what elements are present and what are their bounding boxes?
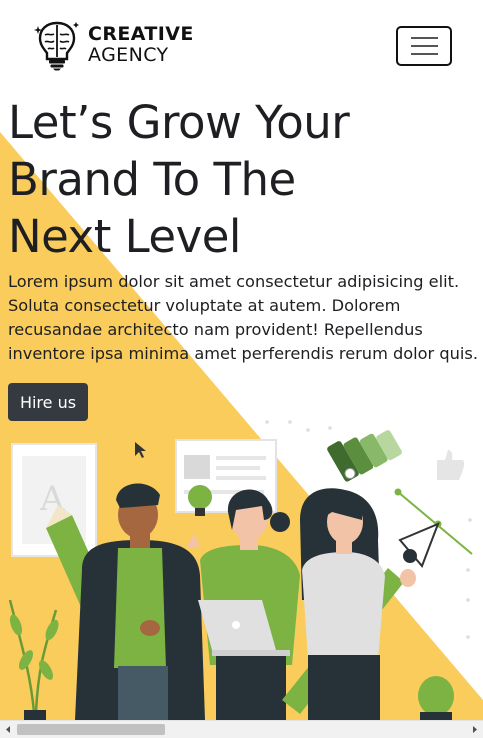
person-woman-right: [300, 488, 416, 720]
pen-tool-graphic: [394, 488, 473, 568]
hire-us-button[interactable]: Hire us: [8, 383, 88, 421]
navbar: CREATIVE AGENCY: [0, 0, 483, 90]
hero-title-line1: Let’s Grow Your: [8, 96, 350, 149]
brand-link[interactable]: CREATIVE AGENCY: [34, 19, 194, 71]
scroll-left-arrow-icon[interactable]: [0, 721, 16, 738]
hamburger-icon-bar: [411, 45, 438, 47]
brand-name: CREATIVE AGENCY: [88, 24, 194, 66]
scroll-right-arrow-icon[interactable]: [467, 721, 483, 738]
color-swatch-fan: [327, 430, 402, 482]
hero-title: Let’s Grow Your Brand To The Next Level: [8, 94, 478, 265]
hero-title-line2: Brand To The: [8, 153, 296, 206]
hamburger-icon: [411, 37, 438, 39]
scrollbar-thumb[interactable]: [17, 724, 165, 735]
thumbs-up-icon: [437, 450, 465, 480]
brand-name-line2: AGENCY: [88, 44, 169, 66]
hero-paragraph: Lorem ipsum dolor sit amet consectetur a…: [8, 272, 478, 363]
navbar-toggle-button[interactable]: [396, 26, 452, 66]
page: CREATIVE AGENCY Let’s Grow Your Brand To…: [0, 0, 483, 720]
horizontal-scrollbar[interactable]: [0, 720, 483, 738]
team-illustration: A: [8, 420, 473, 720]
brand-name-line1: CREATIVE: [88, 23, 194, 45]
plant-left: [8, 599, 59, 720]
brain-lightbulb-icon: [34, 21, 79, 71]
hamburger-icon-bar: [411, 53, 438, 55]
cursor-icon: [135, 442, 146, 458]
hero-title-line3: Next Level: [8, 210, 241, 263]
